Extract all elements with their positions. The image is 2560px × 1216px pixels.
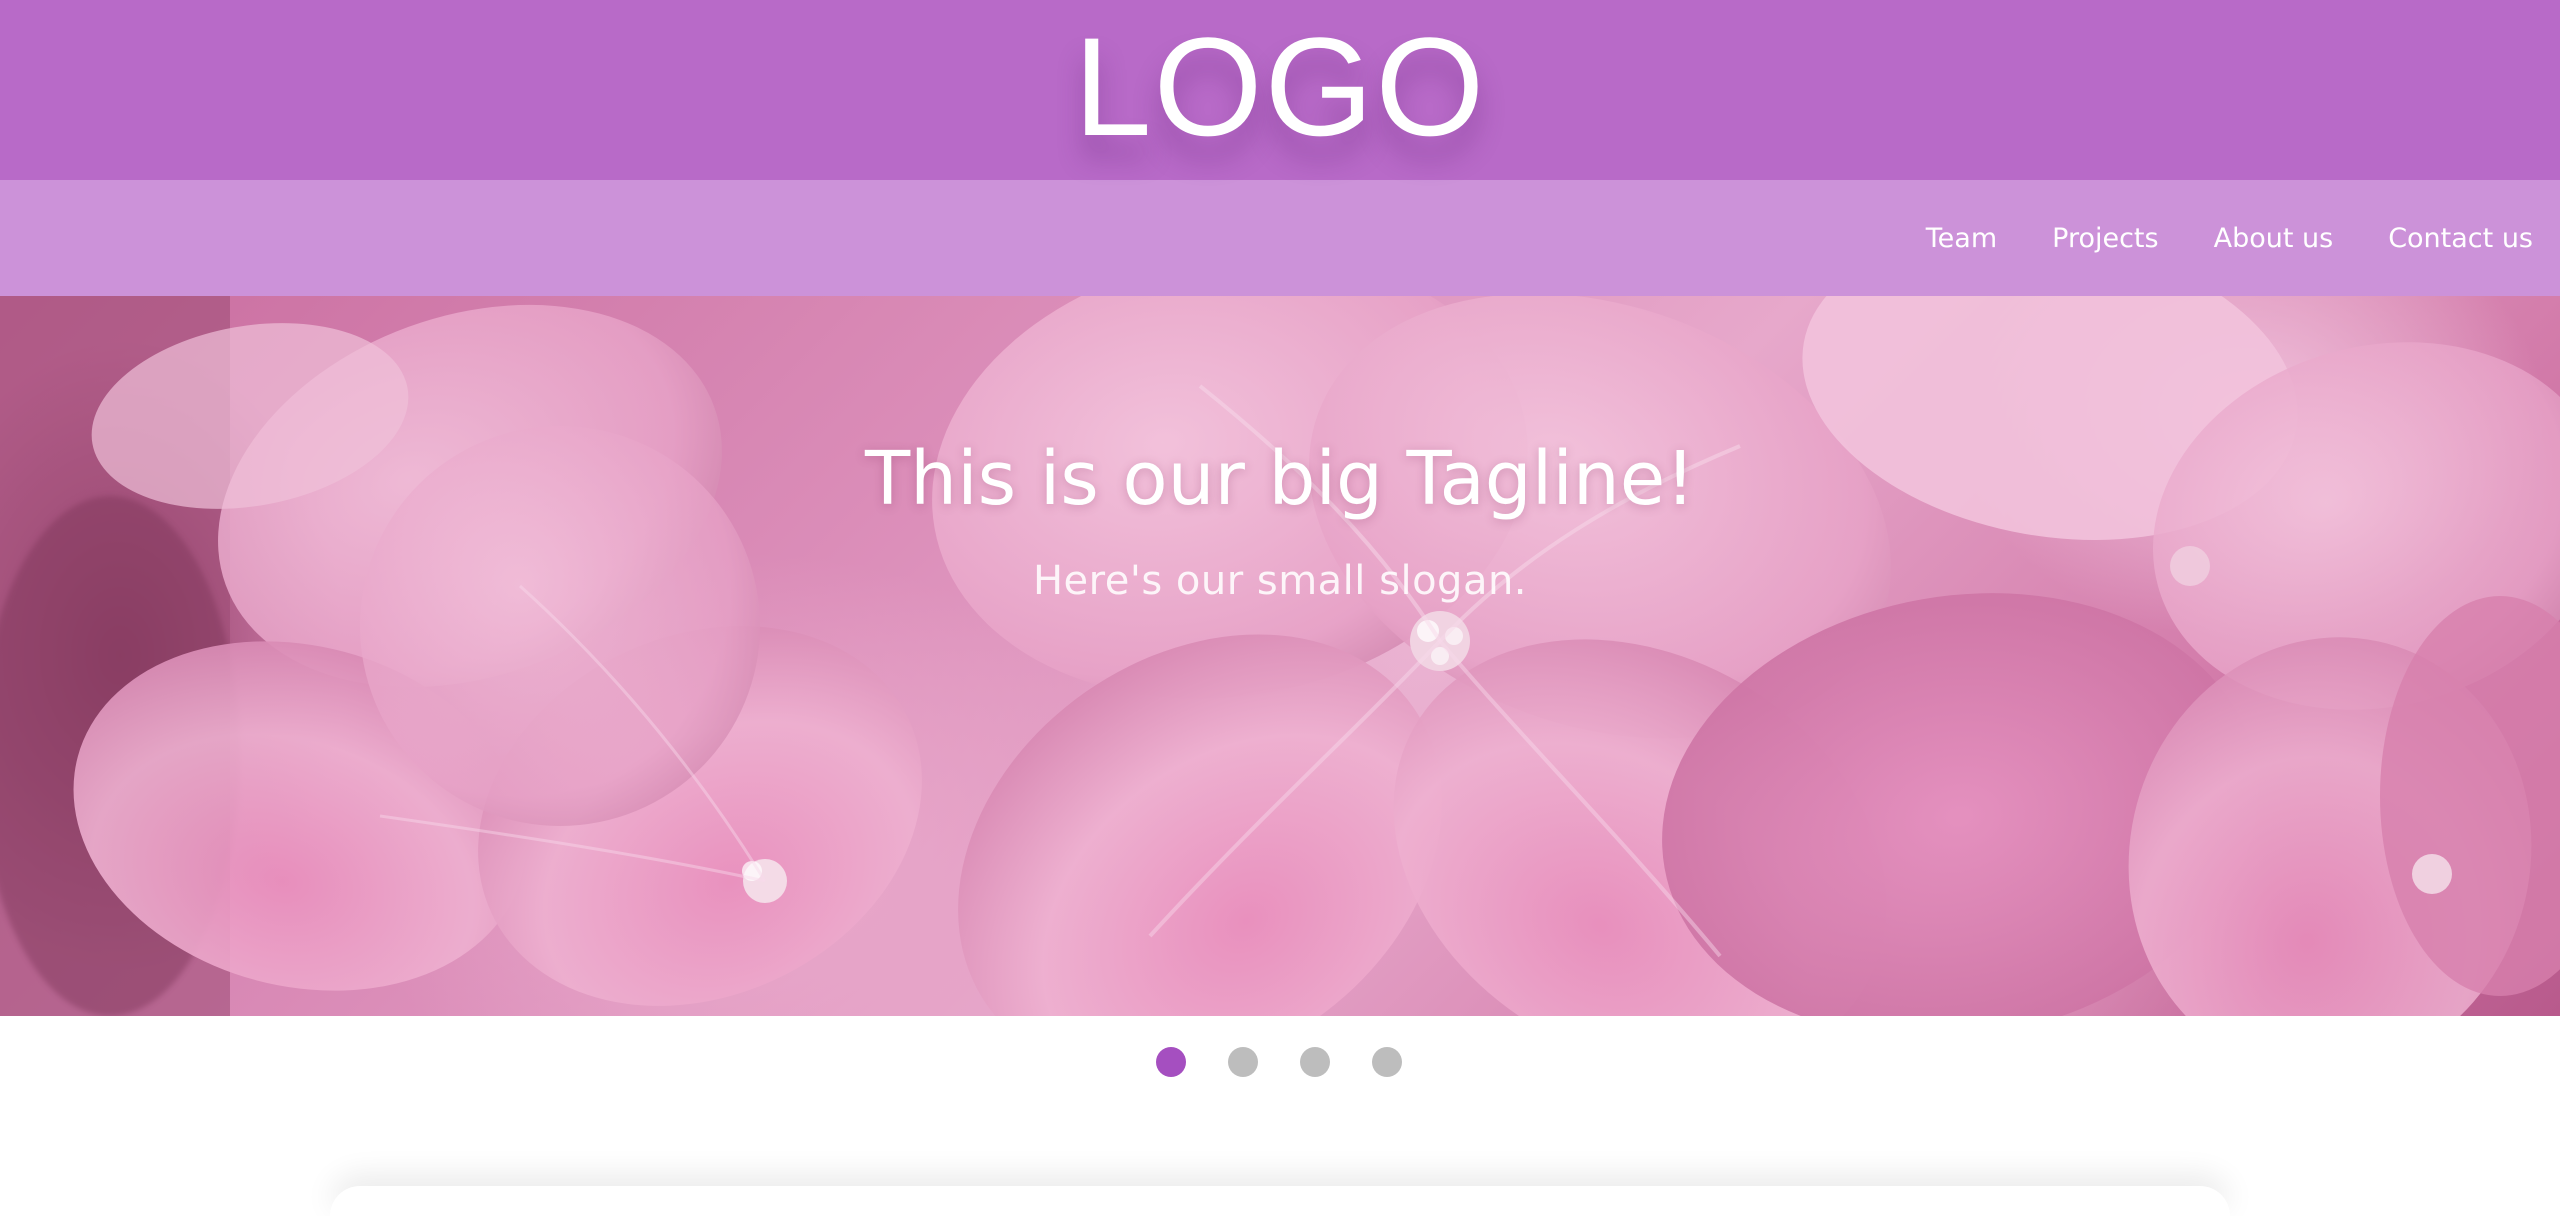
nav-link-projects[interactable]: Projects: [2052, 223, 2158, 254]
hero-tagline: This is our big Tagline!: [864, 436, 1695, 522]
logo[interactable]: LOGO: [1074, 17, 1487, 157]
nav-link-contact-us[interactable]: Contact us: [2388, 223, 2533, 254]
nav-link-team[interactable]: Team: [1926, 223, 1997, 254]
slider-dot-2[interactable]: [1228, 1047, 1258, 1077]
slider-dot-1[interactable]: [1156, 1047, 1186, 1077]
content-card: [330, 1186, 2230, 1216]
slider-dot-3[interactable]: [1300, 1047, 1330, 1077]
slider-pagination: [0, 1047, 2560, 1077]
hero-background-image: [0, 296, 2560, 1016]
slider-dot-4[interactable]: [1372, 1047, 1402, 1077]
hero-slider[interactable]: This is our big Tagline! Here's our smal…: [0, 296, 2560, 1016]
main-nav: Team Projects About us Contact us: [0, 180, 2560, 296]
hero-slogan: Here's our small slogan.: [1032, 558, 1528, 604]
logo-bar: LOGO: [0, 0, 2560, 180]
nav-link-about-us[interactable]: About us: [2214, 223, 2334, 254]
